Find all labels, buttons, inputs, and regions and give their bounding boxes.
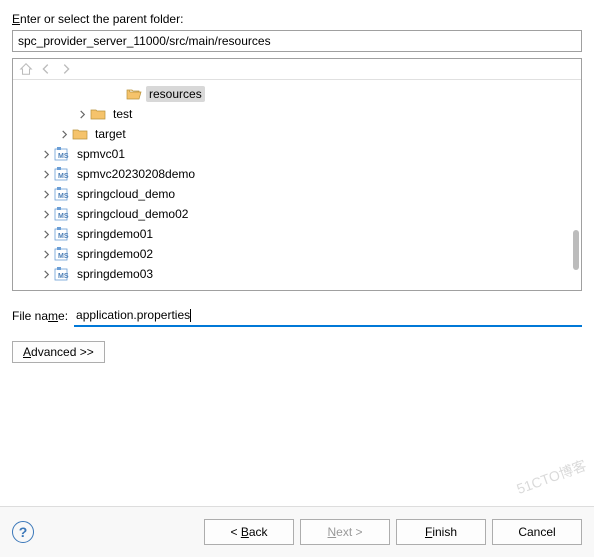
tree-item-label: springdemo02 <box>74 246 156 262</box>
project-icon: MS <box>54 166 70 182</box>
expander-icon[interactable] <box>75 107 89 121</box>
tree-item-label: spmvc01 <box>74 146 128 162</box>
tree-item[interactable]: MS springdemo01 <box>13 224 581 244</box>
cancel-button[interactable]: Cancel <box>492 519 582 545</box>
svg-text:MS: MS <box>58 273 69 280</box>
svg-text:MS: MS <box>58 173 69 180</box>
tree-toolbar <box>13 59 581 80</box>
tree-item[interactable]: target <box>13 124 581 144</box>
expander-icon[interactable] <box>39 207 53 221</box>
dialog-footer: ? < Back Next > Finish Cancel <box>0 506 594 557</box>
tree-item[interactable]: MS spmvc20230208demo <box>13 164 581 184</box>
advanced-button[interactable]: Advanced >> <box>12 341 105 363</box>
tree-item[interactable]: MS spmvc01 <box>13 144 581 164</box>
tree-item-label: target <box>92 126 129 142</box>
project-icon: MS <box>54 206 70 222</box>
expander-icon[interactable] <box>39 147 53 161</box>
filename-input[interactable]: application.properties <box>74 305 582 327</box>
tree-item[interactable]: MS springdemo02 <box>13 244 581 264</box>
help-icon[interactable]: ? <box>12 521 34 543</box>
svg-text:MS: MS <box>58 233 69 240</box>
parent-folder-label: Enter or select the parent folder: <box>12 12 582 26</box>
tree-item[interactable]: resources <box>13 84 581 104</box>
tree-item[interactable]: MS springcloud_demo <box>13 184 581 204</box>
tree-item[interactable]: test <box>13 104 581 124</box>
back-button[interactable]: < Back <box>204 519 294 545</box>
expander-icon <box>111 87 125 101</box>
next-button: Next > <box>300 519 390 545</box>
tree-item[interactable]: MS springcloud_demo02 <box>13 204 581 224</box>
project-icon: MS <box>54 146 70 162</box>
filename-label: File name: <box>12 309 68 323</box>
folder-tree[interactable]: resources test target MS spmvc01 MS spmvc20230… <box>13 80 581 290</box>
expander-icon[interactable] <box>57 127 71 141</box>
tree-item-label: springdemo01 <box>74 226 156 242</box>
expander-icon[interactable] <box>39 247 53 261</box>
tree-item-label: springcloud_demo <box>74 186 178 202</box>
scrollbar-thumb[interactable] <box>573 230 579 270</box>
project-icon: MS <box>54 226 70 242</box>
tree-item-label: springcloud_demo02 <box>74 206 191 222</box>
project-icon: MS <box>54 186 70 202</box>
expander-icon[interactable] <box>39 227 53 241</box>
watermark: 51CTO博客 <box>514 455 589 499</box>
folder-icon <box>90 106 106 122</box>
expander-icon[interactable] <box>39 167 53 181</box>
tree-item[interactable]: MS springdemo03 <box>13 264 581 284</box>
folder-icon <box>72 126 88 142</box>
tree-item-label: resources <box>146 86 205 102</box>
tree-item-label: test <box>110 106 135 122</box>
home-icon[interactable] <box>19 62 33 76</box>
parent-folder-input[interactable] <box>12 30 582 52</box>
project-icon: MS <box>54 246 70 262</box>
svg-text:MS: MS <box>58 153 69 160</box>
project-icon: MS <box>54 266 70 282</box>
svg-text:MS: MS <box>58 193 69 200</box>
forward-arrow-icon[interactable] <box>59 62 73 76</box>
finish-button[interactable]: Finish <box>396 519 486 545</box>
back-arrow-icon[interactable] <box>39 62 53 76</box>
tree-item-label: spmvc20230208demo <box>74 166 198 182</box>
folder-open-icon <box>126 86 142 102</box>
svg-text:MS: MS <box>58 213 69 220</box>
svg-text:MS: MS <box>58 253 69 260</box>
expander-icon[interactable] <box>39 267 53 281</box>
folder-tree-container: resources test target MS spmvc01 MS spmvc20230… <box>12 58 582 291</box>
tree-item-label: springdemo03 <box>74 266 156 282</box>
expander-icon[interactable] <box>39 187 53 201</box>
